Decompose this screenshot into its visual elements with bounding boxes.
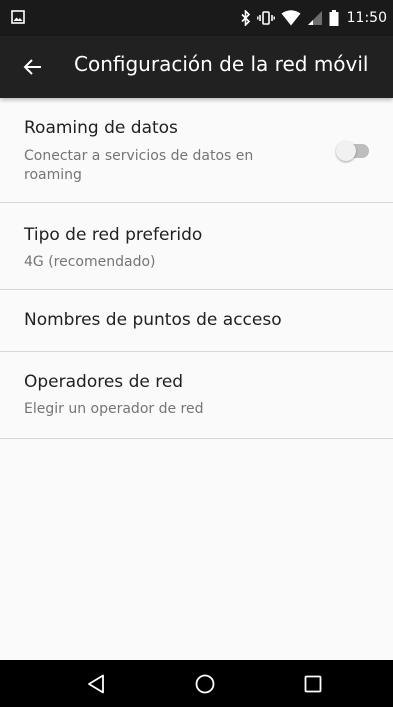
setting-access-point-names[interactable]: Nombres de puntos de acceso — [0, 290, 393, 352]
cell-signal-icon — [307, 11, 322, 25]
status-bar: 11:50 — [0, 0, 393, 36]
triangle-back-icon[interactable] — [85, 672, 109, 696]
square-recents-icon[interactable] — [301, 672, 325, 696]
toggle-thumb — [336, 141, 356, 161]
battery-icon — [329, 10, 339, 26]
screen: 11:50 Configuración de la red móvil Roam… — [0, 0, 393, 707]
setting-title: Nombres de puntos de acceso — [24, 310, 282, 330]
image-icon — [11, 10, 25, 24]
setting-summary: 4G (recomendado) — [24, 254, 156, 270]
setting-summary: Conectar a servicios de datos en roaming — [24, 148, 254, 183]
page-title: Configuración de la red móvil — [74, 52, 369, 76]
data-roaming-toggle[interactable] — [336, 141, 372, 161]
settings-list: Roaming de datos Conectar a servicios de… — [0, 98, 393, 439]
setting-title: Tipo de red preferido — [24, 225, 203, 245]
setting-summary: Elegir un operador de red — [24, 401, 204, 417]
wifi-icon — [281, 10, 301, 26]
arrow-back-icon[interactable] — [21, 55, 45, 79]
setting-title: Operadores de red — [24, 372, 184, 392]
navigation-bar — [0, 660, 393, 707]
app-bar: Configuración de la red móvil — [0, 36, 393, 98]
circle-home-icon[interactable] — [193, 672, 217, 696]
bluetooth-icon — [241, 10, 250, 26]
setting-preferred-network-type[interactable]: Tipo de red preferido 4G (recomendado) — [0, 203, 393, 290]
status-icons: 11:50 — [241, 0, 387, 36]
status-time: 11:50 — [346, 10, 387, 26]
vibrate-icon — [256, 11, 275, 25]
setting-title: Roaming de datos — [24, 118, 178, 138]
setting-network-operators[interactable]: Operadores de red Elegir un operador de … — [0, 352, 393, 439]
setting-data-roaming[interactable]: Roaming de datos Conectar a servicios de… — [0, 98, 393, 203]
